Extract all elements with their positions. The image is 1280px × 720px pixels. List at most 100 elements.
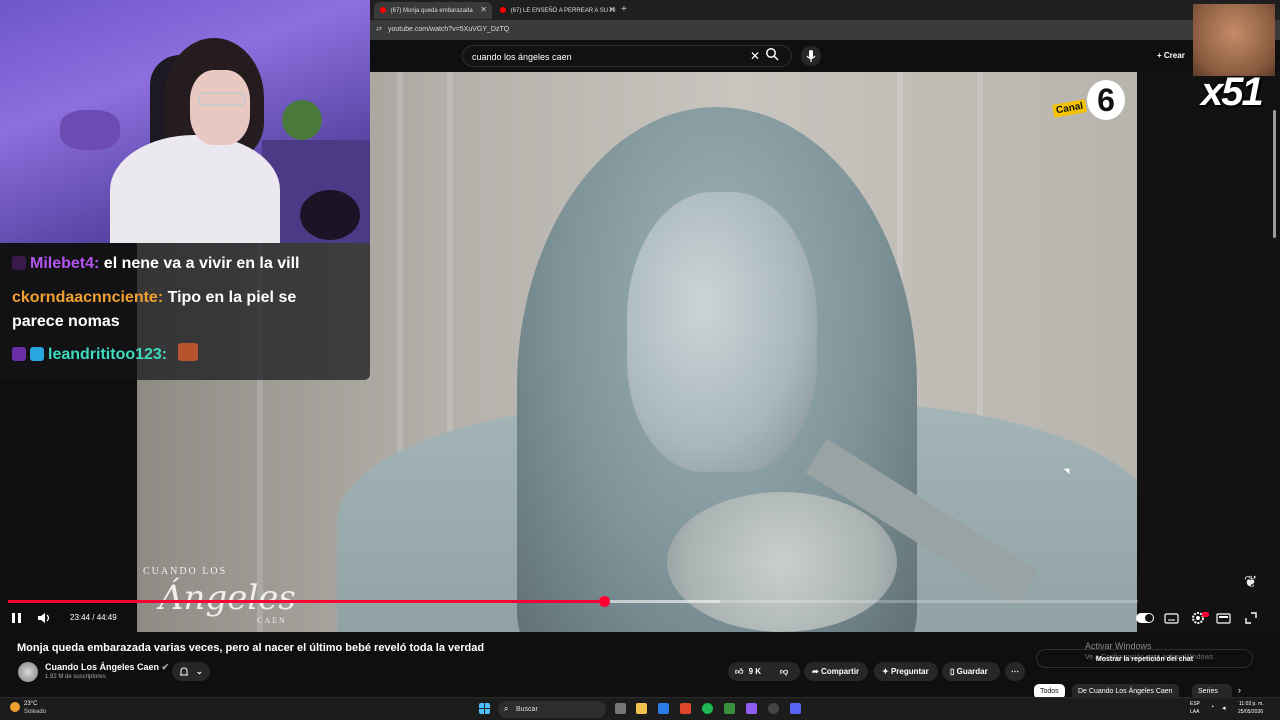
search-input[interactable]: cuando los ángeles caen ✕ — [462, 45, 792, 67]
sun-weather-icon — [10, 702, 20, 712]
glasses — [198, 92, 246, 106]
twitch-icon[interactable] — [746, 703, 757, 714]
statue-flowers — [667, 492, 897, 632]
chat-message: Milebet4: el nene va a vivir en la vill — [12, 252, 299, 276]
sticker-counter: x51 — [1201, 70, 1264, 114]
close-tab-icon[interactable]: ✕ — [608, 5, 615, 14]
voice-search-button[interactable] — [801, 46, 821, 66]
channel-name-text[interactable]: Cuando Los Ángeles Caen — [45, 662, 159, 672]
youtube-favicon-icon — [380, 7, 386, 13]
channel-logo: Canal 6 — [1052, 80, 1125, 122]
pause-icon[interactable] — [10, 609, 24, 627]
chevron-right-icon[interactable]: › — [1238, 685, 1241, 695]
windows-taskbar: 23°C Soleado ⌕ Buscar ESP LAA ◔ ◂ 11:03 … — [0, 697, 1280, 720]
weather-condition[interactable]: Soleado — [24, 709, 46, 715]
microphone-icon — [806, 50, 816, 62]
create-label: Crear — [1163, 51, 1185, 60]
plus-icon: + — [1157, 51, 1164, 60]
more-icon: ⋯ — [1011, 667, 1019, 676]
share-label: Compartir — [820, 667, 860, 676]
notifications-button[interactable]: ⌄ — [172, 662, 210, 681]
search-icon: ⌕ — [504, 704, 509, 713]
chat-text: el nene va a vivir en la vill — [99, 255, 300, 272]
bookmark-icon: ▯ — [950, 667, 957, 676]
streamer-face — [190, 70, 250, 145]
windows-start-icon[interactable] — [479, 703, 490, 714]
progress-scrubber[interactable] — [599, 596, 610, 607]
tab-label: (67) LE ENSEÑÓ A PERREAR A SU HI — [510, 8, 616, 14]
more-actions-button[interactable]: ⋯ — [1005, 662, 1025, 681]
speaker-icon[interactable]: ◂ — [1222, 704, 1226, 712]
verified-icon: ✔ — [161, 662, 170, 672]
ask-button[interactable]: ✦ Preguntar — [874, 662, 938, 681]
file-explorer-icon[interactable] — [636, 703, 647, 714]
clock-time[interactable]: 11:03 p. m. — [1239, 701, 1264, 707]
fullscreen-icon[interactable] — [1243, 609, 1259, 627]
subscriber-count: 1.92 M de suscriptores — [45, 674, 106, 680]
cube-badge-icon — [30, 347, 44, 361]
dislike-button[interactable]: 👎︎ — [780, 662, 788, 681]
scrollbar[interactable] — [1273, 110, 1276, 238]
streamer-shirt — [110, 135, 280, 243]
autoplay-toggle[interactable] — [1136, 613, 1154, 623]
streamer-webcam — [0, 0, 370, 243]
clock-date[interactable]: 25/05/2026 — [1238, 709, 1263, 715]
keyboard-layout[interactable]: LAA — [1190, 709, 1199, 715]
discord-icon[interactable] — [790, 703, 801, 714]
tab-label: (67) Monja queda embarazada — [390, 8, 473, 14]
plant — [282, 100, 322, 140]
clear-search-icon[interactable]: ✕ — [750, 49, 760, 63]
chat-username: ckorndaacnnciente: — [12, 289, 164, 306]
swirl-icon: ❦ — [1244, 574, 1258, 591]
search-icon[interactable] — [765, 47, 779, 61]
bell-icon — [180, 667, 188, 676]
watermark-line3: CAEN — [257, 616, 287, 625]
keyboard-language[interactable]: ESP — [1190, 701, 1200, 707]
taskbar-search[interactable]: ⌕ Buscar — [498, 701, 606, 718]
chat-message: ckorndaacnnciente: Tipo en la piel se — [12, 286, 296, 310]
new-tab-icon[interactable]: + — [621, 4, 627, 15]
close-tab-icon[interactable]: ✕ — [480, 5, 487, 14]
task-view-icon[interactable] — [615, 703, 626, 714]
demon-emote-icon — [12, 256, 26, 270]
channel-logo-number: 6 — [1087, 80, 1125, 120]
app-icon[interactable] — [724, 703, 735, 714]
save-button[interactable]: ▯ Guardar — [942, 662, 1000, 681]
site-info-icon[interactable]: ⇄ — [376, 25, 382, 33]
weather-temperature[interactable]: 23°C — [24, 701, 37, 707]
brave-browser-icon[interactable] — [680, 703, 691, 714]
sticker-face — [1193, 4, 1275, 76]
sparkle-icon: ✦ — [882, 667, 891, 676]
hd-badge — [1202, 612, 1209, 617]
tab-perrear[interactable]: (67) LE ENSEÑÓ A PERREAR A SU HI ✕ — [494, 2, 620, 19]
browser-tab-bar: (67) Monja queda embarazada ✕ (67) LE EN… — [370, 0, 1280, 20]
channel-logo-text: Canal — [1052, 99, 1088, 118]
chevron-down-icon: ⌄ — [196, 667, 203, 676]
volume-icon[interactable] — [36, 609, 54, 627]
url-text[interactable]: youtube.com/watch?v=5XuVGY_DzTQ — [388, 26, 509, 33]
channel-avatar[interactable] — [18, 662, 38, 682]
spotify-icon[interactable] — [702, 703, 713, 714]
thumbs-down-icon: 👎︎ — [780, 667, 789, 676]
chat-text: parece nomas — [12, 313, 120, 330]
reaction-sticker: x51 — [1193, 4, 1275, 114]
captions-icon[interactable] — [1164, 609, 1180, 627]
channel-name[interactable]: Cuando Los Ángeles Caen ✔ — [45, 662, 169, 673]
tab-monja[interactable]: (67) Monja queda embarazada ✕ — [374, 2, 492, 19]
search-value[interactable]: cuando los ángeles caen — [472, 52, 572, 62]
chat-username: Milebet4: — [30, 255, 100, 272]
obs-icon[interactable] — [768, 703, 779, 714]
chat-overlay: Milebet4: el nene va a vivir en la vill … — [0, 243, 370, 380]
photos-icon[interactable] — [658, 703, 669, 714]
statue-face — [627, 192, 817, 472]
screen: (67) Monja queda embarazada ✕ (67) LE EN… — [0, 0, 1280, 720]
chat-username: leandrititoo123: — [48, 346, 168, 363]
address-bar[interactable]: ⇄ youtube.com/watch?v=5XuVGY_DzTQ ▭⊕⇗◈▲ — [370, 20, 1280, 40]
show-chat-replay-button[interactable]: Mostrar la repetición del chat — [1036, 649, 1253, 668]
theater-mode-icon[interactable] — [1216, 609, 1232, 627]
wifi-icon[interactable]: ◔ — [1210, 704, 1214, 711]
share-button[interactable]: ➦ Compartir — [804, 662, 868, 681]
create-button[interactable]: + Crear — [1157, 51, 1185, 60]
like-button[interactable]: 👍︎ 9 K — [735, 662, 761, 681]
progress-played — [8, 600, 604, 603]
